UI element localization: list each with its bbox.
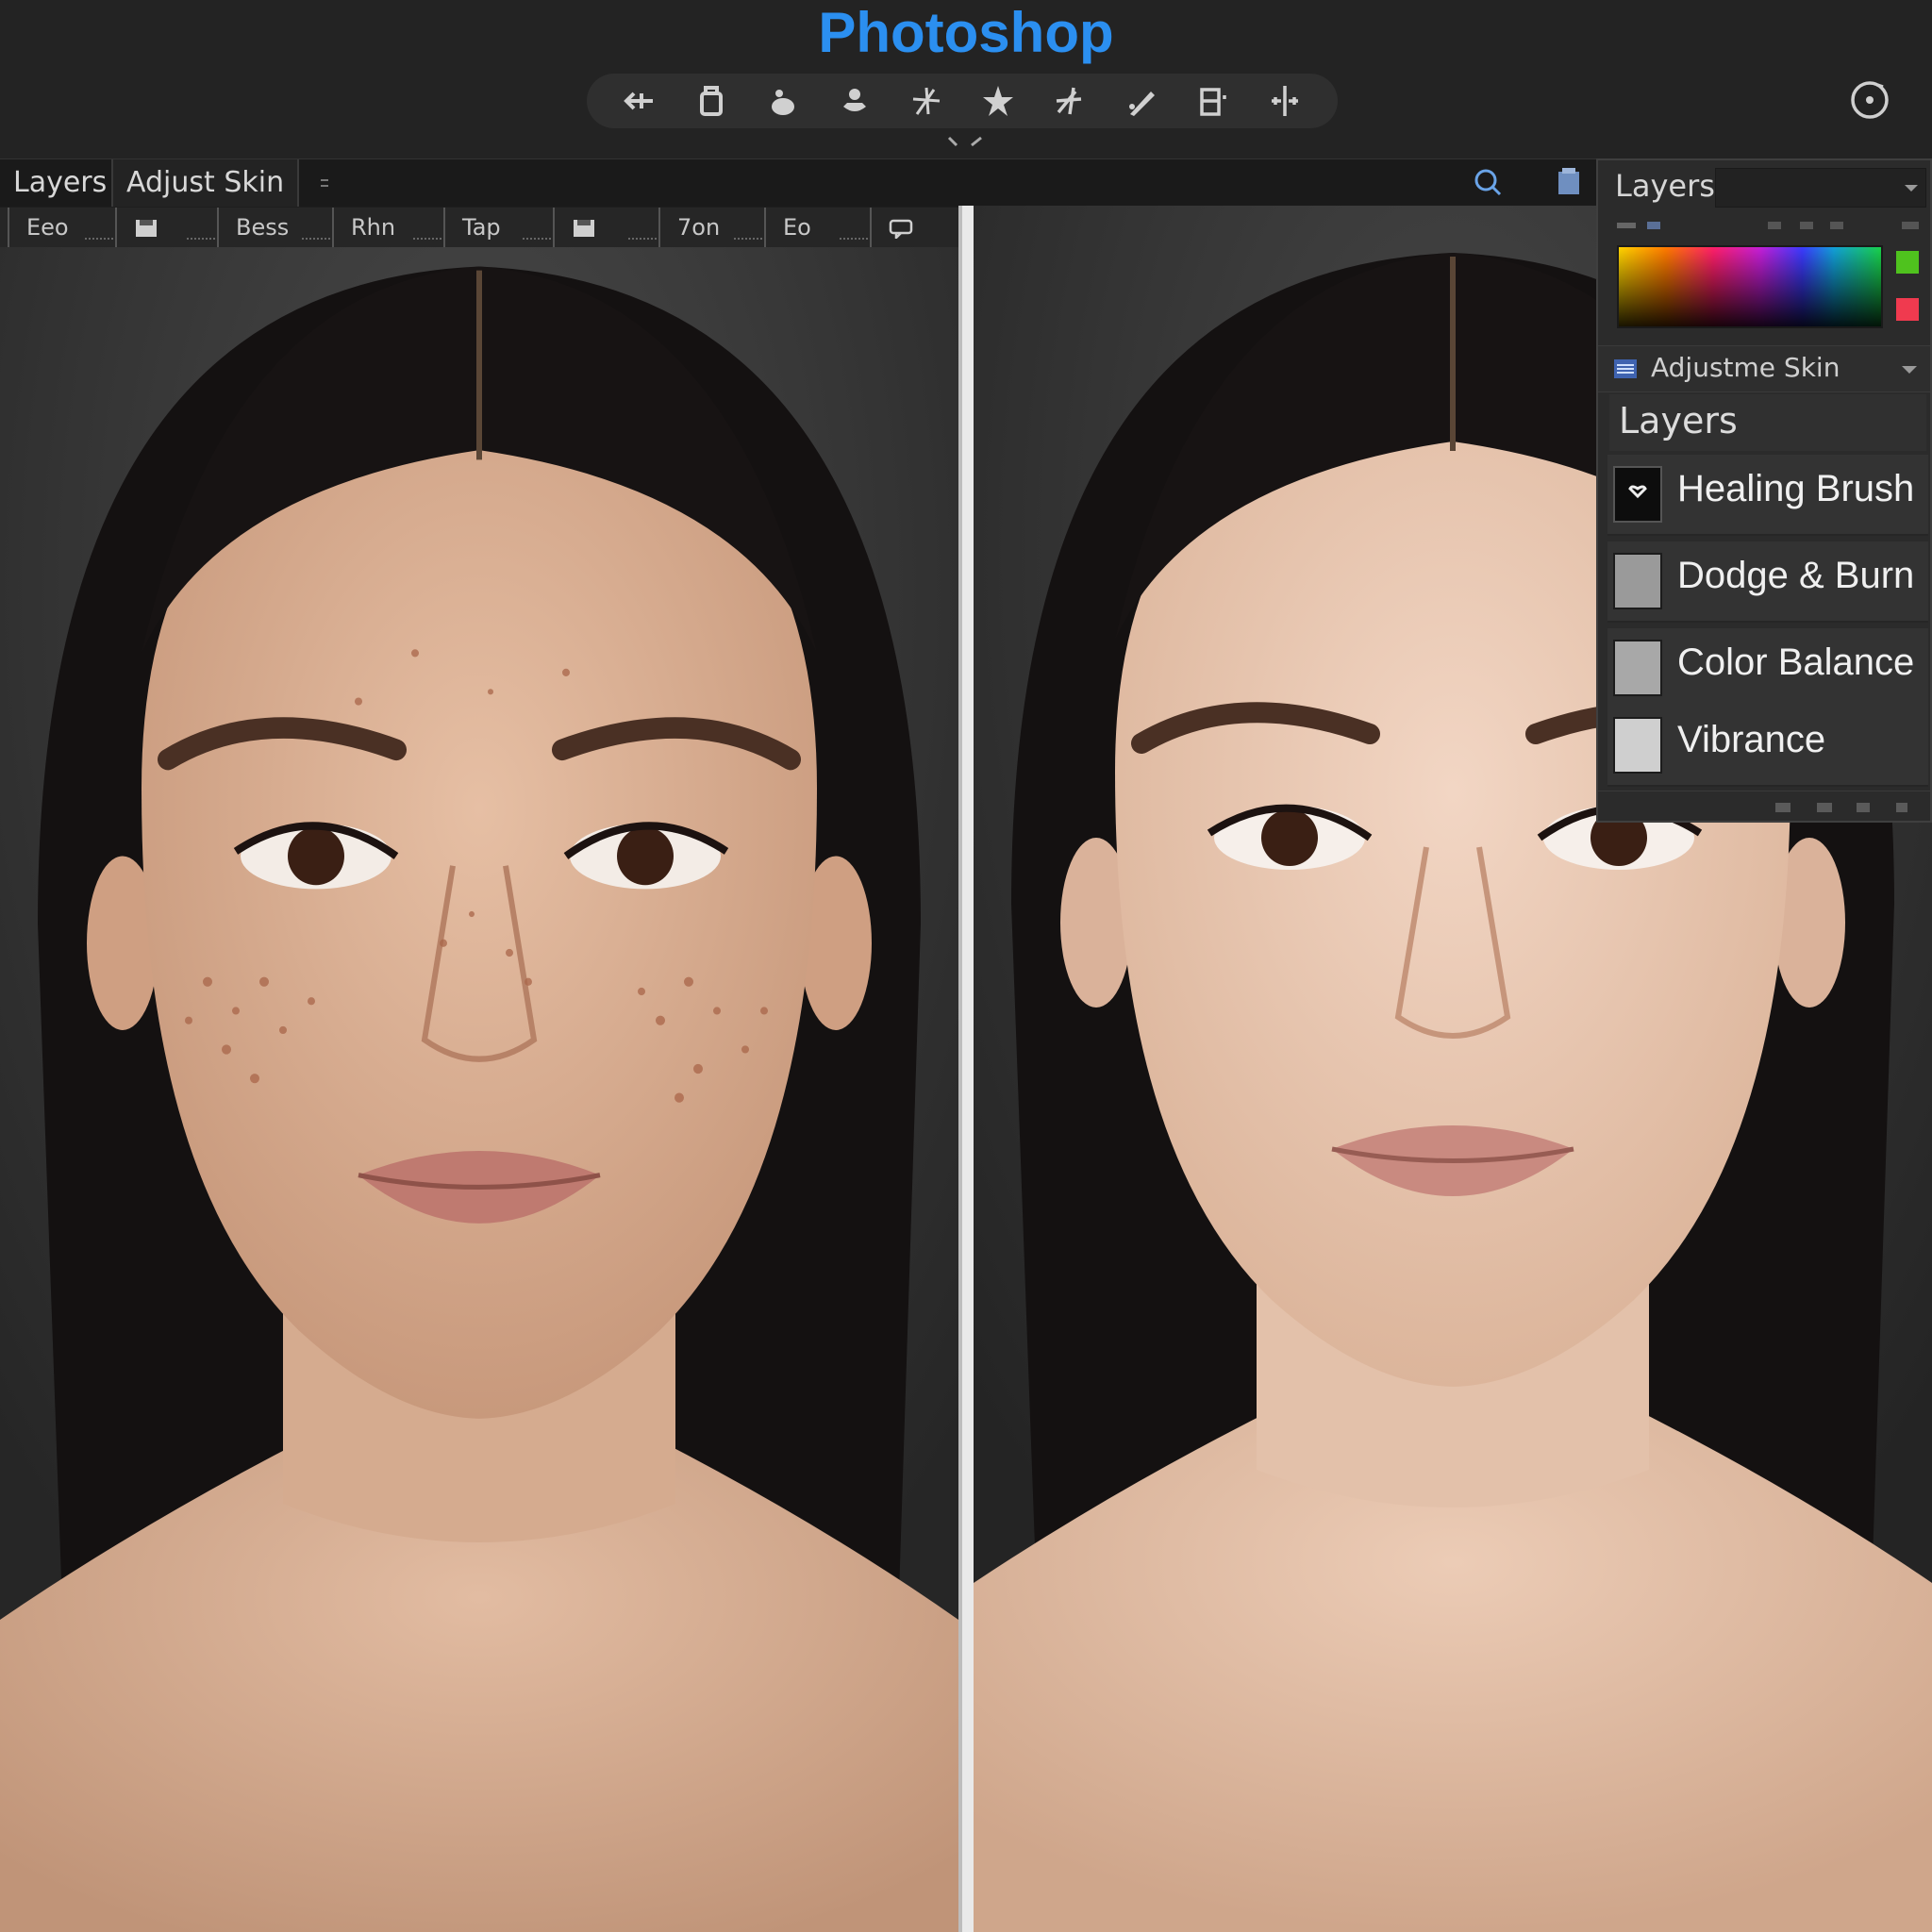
star-icon <box>983 86 1013 116</box>
option-label: Eo <box>783 214 811 241</box>
option-item[interactable]: Bess <box>217 208 330 247</box>
background-color-swatch[interactable] <box>1896 298 1919 321</box>
layers-panel-header: Layers <box>1598 160 1930 213</box>
comment-icon <box>889 219 913 242</box>
stamp-icon <box>843 89 866 111</box>
stamp-tool-button[interactable] <box>827 74 882 128</box>
layer-name: Healing Brush <box>1677 468 1915 509</box>
move-arrow-icon <box>624 92 653 110</box>
layer-name: Vibrance <box>1677 719 1826 760</box>
layer-row-dodge-burn[interactable]: Dodge & Burn <box>1607 541 1928 623</box>
save-icon <box>136 220 157 237</box>
layers-subheader: Layers <box>1609 394 1926 451</box>
layer-thumbnail <box>1613 717 1662 774</box>
layer-name: Color Balance <box>1677 641 1915 683</box>
blob-brush-icon <box>772 90 794 115</box>
layer-row-vibrance[interactable]: Vibrance <box>1607 706 1928 787</box>
transform-icon <box>1200 88 1226 116</box>
move-arrow-tool-button[interactable] <box>612 74 667 128</box>
option-item[interactable]: 7on <box>658 208 762 247</box>
star-tool-button[interactable] <box>971 74 1025 128</box>
chevron-down-icon[interactable] <box>943 134 989 153</box>
option-label: Tap <box>462 214 501 241</box>
bucket-icon <box>700 86 723 116</box>
color-gradient-picker[interactable] <box>1617 245 1883 328</box>
portrait-before-image <box>0 247 958 1932</box>
tab-overflow-icon[interactable] <box>315 167 334 199</box>
pen-tool-button[interactable] <box>1114 74 1169 128</box>
options-bar: Eeo Bess Rhn Tap 7on Eo <box>0 208 958 248</box>
split-icon <box>1272 86 1298 116</box>
tab-layers[interactable]: Layers <box>0 159 120 207</box>
adjustment-label: Adjustme Skin <box>1651 352 1840 383</box>
save-icon <box>574 220 594 237</box>
split-divider-handle[interactable] <box>958 206 974 1932</box>
sparkle-brush-tool-button[interactable] <box>899 74 954 128</box>
layers-subheader-label: Layers <box>1619 400 1738 441</box>
split-tool-button[interactable] <box>1257 74 1312 128</box>
app-title: Photoshop <box>818 1 1114 64</box>
layer-thumbnail <box>1613 640 1662 696</box>
canvas-before[interactable] <box>0 247 958 1932</box>
option-label: 7on <box>677 214 721 241</box>
chevron-down-icon <box>1905 185 1918 192</box>
layer-name: Dodge & Burn <box>1677 555 1915 596</box>
chevron-down-icon <box>1902 366 1917 374</box>
option-label: Bess <box>236 214 290 241</box>
option-item[interactable] <box>115 208 215 247</box>
heart-outline-icon <box>1628 485 1647 499</box>
adjustment-layer-icon <box>1614 359 1637 378</box>
blob-brush-tool-button[interactable] <box>756 74 810 128</box>
option-item[interactable]: Eeo <box>8 208 113 247</box>
transform-tool-button[interactable] <box>1186 74 1241 128</box>
bucket-tool-button[interactable] <box>684 74 739 128</box>
tool-pill-toolbar <box>587 74 1338 128</box>
option-item[interactable] <box>870 208 958 247</box>
layer-row-color-balance[interactable]: Color Balance <box>1607 628 1928 709</box>
option-item[interactable]: Eo <box>764 208 868 247</box>
refresh-circle-icon[interactable] <box>1847 77 1892 123</box>
foreground-color-swatch[interactable] <box>1896 251 1919 274</box>
layer-row-healing-brush[interactable]: Healing Brush <box>1607 455 1928 536</box>
layer-thumbnail <box>1613 466 1662 523</box>
panel-mini-toolbar[interactable] <box>1611 219 1923 232</box>
document-tab-bar: Layers Adjust Skin <box>0 158 1596 207</box>
layers-panel-title: Layers <box>1615 168 1715 204</box>
layer-thumbnail <box>1613 553 1662 609</box>
option-item[interactable]: Rhn <box>332 208 441 247</box>
tab-adjust-skin[interactable]: Adjust Skin <box>111 159 300 207</box>
option-label: Eeo <box>26 214 69 241</box>
layers-panel-dropdown[interactable] <box>1715 168 1926 208</box>
option-item[interactable] <box>553 208 657 247</box>
adjustment-skin-row[interactable]: Adjustme Skin <box>1598 345 1930 392</box>
pen-icon <box>1129 92 1155 116</box>
layers-panel: Layers Adjustme Skin Layers Healing Brus… <box>1596 158 1932 823</box>
option-label: Rhn <box>351 214 396 241</box>
spot-heal-icon <box>1056 87 1082 115</box>
document-icon[interactable] <box>1555 166 1583 198</box>
option-item[interactable]: Tap <box>443 208 551 247</box>
panel-footer-toolbar[interactable] <box>1598 791 1930 822</box>
sparkle-brush-icon <box>912 87 941 115</box>
spot-heal-tool-button[interactable] <box>1042 74 1097 128</box>
search-icon[interactable] <box>1472 166 1504 198</box>
title-bar: Photoshop <box>0 0 1932 158</box>
